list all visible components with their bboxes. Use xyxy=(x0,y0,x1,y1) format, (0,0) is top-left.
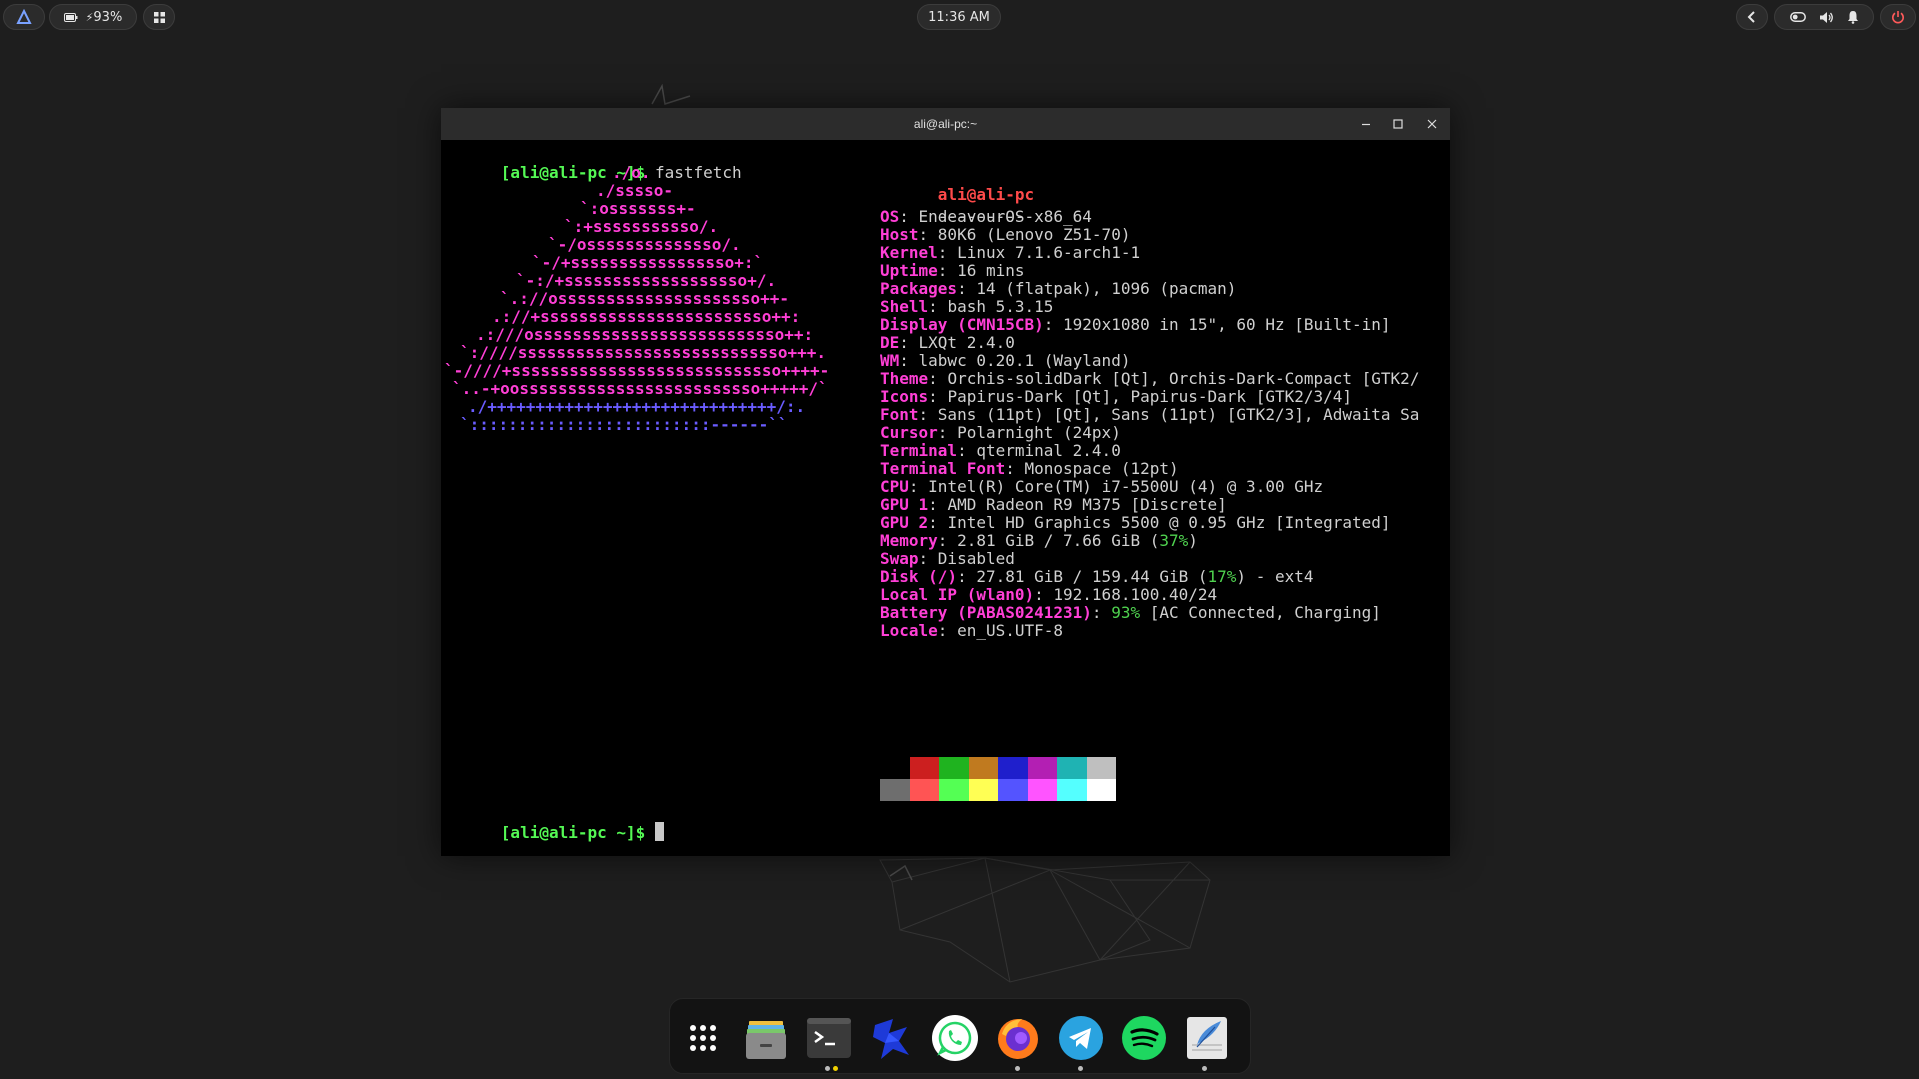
color-palette-top xyxy=(880,757,1116,779)
palette-top-swatch xyxy=(1086,757,1116,779)
dock-files[interactable] xyxy=(741,1013,791,1063)
battery-indicator[interactable]: ⚡ 93% xyxy=(49,4,137,30)
palette-bottom-swatch xyxy=(1057,779,1087,801)
chevron-left-icon xyxy=(1747,11,1755,23)
command-line: [ali@ali-pc ~]$ fastfetch xyxy=(443,140,742,206)
info-percent: 93% xyxy=(1111,603,1141,622)
featherpad-running-dot xyxy=(1202,1066,1207,1071)
clock-text: 11:36 AM xyxy=(928,9,990,25)
terminal-icon xyxy=(807,1018,851,1058)
dock-spotify[interactable] xyxy=(1119,1013,1169,1063)
window-titlebar[interactable]: ali@ali-pc:~ xyxy=(441,108,1450,140)
minimize-icon xyxy=(1362,123,1370,126)
palette-top-swatch xyxy=(909,757,939,779)
palette-top-swatch xyxy=(939,757,969,779)
dock-tasks[interactable] xyxy=(867,1013,917,1063)
info-percent: 37% xyxy=(1159,531,1189,550)
info-value-suffix: ) - ext4 xyxy=(1236,567,1314,586)
palette-top-swatch xyxy=(998,757,1028,779)
terminal-active-dot xyxy=(833,1066,838,1071)
close-button[interactable] xyxy=(1422,114,1442,134)
volume-icon[interactable] xyxy=(1819,11,1834,24)
window-title: ali@ali-pc:~ xyxy=(913,117,978,131)
terminal-running-dot xyxy=(825,1066,830,1071)
tasks-app-icon xyxy=(873,1019,909,1059)
minimize-button[interactable] xyxy=(1356,114,1376,134)
palette-bottom-swatch xyxy=(998,779,1028,801)
maximize-icon xyxy=(1393,119,1403,129)
dock-telegram[interactable] xyxy=(1056,1013,1106,1063)
info-key: Locale xyxy=(880,621,938,640)
info-value: : en_US.UTF-8 xyxy=(937,621,1064,640)
power-icon xyxy=(1892,11,1904,24)
workspaces-button[interactable] xyxy=(143,4,175,30)
palette-top-swatch xyxy=(880,757,910,779)
text-cursor xyxy=(654,822,664,841)
info-value-suffix: ) xyxy=(1188,531,1198,550)
shell-prompt-2: [ali@ali-pc ~]$ xyxy=(500,823,646,842)
dock-featherpad[interactable] xyxy=(1182,1013,1232,1063)
palette-top-swatch xyxy=(968,757,998,779)
tray-collapse-button[interactable] xyxy=(1736,4,1768,30)
firefox-running-dot xyxy=(1015,1066,1020,1071)
telegram-icon xyxy=(1059,1016,1103,1060)
palette-bottom-swatch xyxy=(880,779,910,801)
terminal-output[interactable]: [ali@ali-pc ~]$ fastfetch ./o. ./sssso- `:… xyxy=(441,140,1450,856)
file-manager-icon xyxy=(746,1021,786,1059)
info-value-suffix: [AC Connected, Charging] xyxy=(1140,603,1381,622)
dock xyxy=(669,998,1251,1074)
palette-top-swatch xyxy=(1027,757,1057,779)
power-button[interactable] xyxy=(1880,4,1916,30)
app-grid-icon xyxy=(690,1025,716,1051)
notification-bell-icon[interactable] xyxy=(1847,10,1859,24)
whatsapp-icon xyxy=(932,1015,978,1061)
logo-line: `:::::::::::::::::::::::::------`` xyxy=(460,415,788,434)
battery-percent: 93% xyxy=(93,9,123,25)
dock-whatsapp[interactable] xyxy=(930,1013,980,1063)
dock-firefox[interactable] xyxy=(993,1013,1043,1063)
color-palette-bottom xyxy=(880,779,1116,801)
dock-terminal[interactable] xyxy=(804,1013,854,1063)
palette-bottom-swatch xyxy=(939,779,969,801)
palette-bottom-swatch xyxy=(1027,779,1057,801)
palette-top-swatch xyxy=(1057,757,1087,779)
maximize-button[interactable] xyxy=(1388,114,1408,134)
dock-app-grid[interactable] xyxy=(678,1013,728,1063)
charging-icon: ⚡ xyxy=(85,10,94,24)
endeavour-logo-icon xyxy=(16,9,32,24)
spotify-icon xyxy=(1122,1016,1166,1060)
battery-icon xyxy=(63,12,78,22)
palette-bottom-swatch xyxy=(1086,779,1116,801)
firefox-icon xyxy=(998,1019,1038,1059)
info-value: : xyxy=(1091,603,1112,622)
grid-icon xyxy=(153,11,165,23)
palette-bottom-swatch xyxy=(968,779,998,801)
info-line: Locale: en_US.UTF-8 xyxy=(880,620,1063,642)
launcher-button[interactable] xyxy=(3,4,45,30)
current-prompt-line: [ali@ali-pc ~]$ xyxy=(443,800,664,856)
featherpad-icon xyxy=(1187,1017,1227,1059)
palette-bottom-swatch xyxy=(909,779,939,801)
info-value: : 1920x1080 in 15", 60 Hz [Built-in] xyxy=(1043,315,1391,334)
clock[interactable]: 11:36 AM xyxy=(917,4,1001,30)
toggle-icon[interactable] xyxy=(1789,12,1806,22)
telegram-running-dot xyxy=(1078,1066,1083,1071)
close-icon xyxy=(1427,119,1437,129)
terminal-window[interactable]: ali@ali-pc:~ [ali@ali-pc ~]$ fastfetch .… xyxy=(441,108,1450,856)
quick-settings[interactable] xyxy=(1774,4,1874,30)
